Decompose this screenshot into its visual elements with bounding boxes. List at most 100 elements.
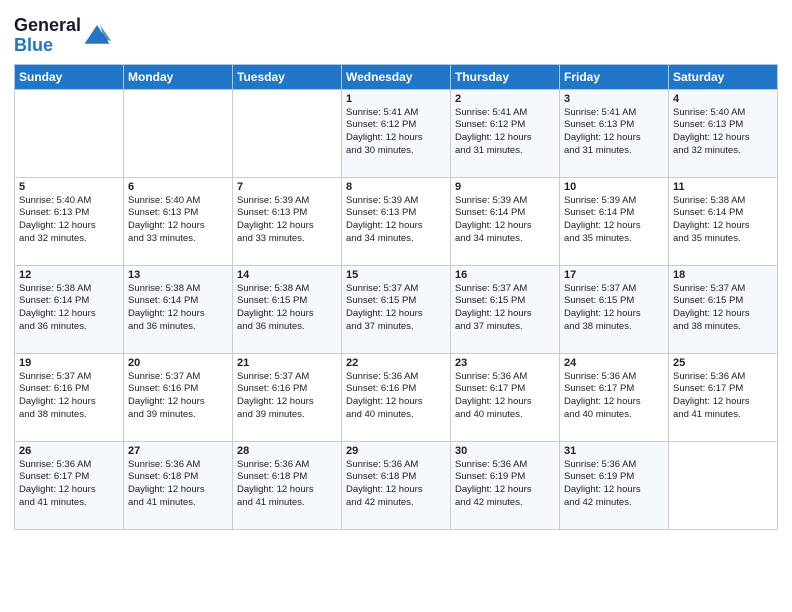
logo-icon	[83, 22, 111, 50]
day-info: Sunrise: 5:39 AM Sunset: 6:14 PM Dayligh…	[455, 195, 555, 246]
day-number: 18	[673, 269, 773, 281]
day-info: Sunrise: 5:39 AM Sunset: 6:13 PM Dayligh…	[346, 195, 446, 246]
day-number: 29	[346, 445, 446, 457]
day-number: 23	[455, 357, 555, 369]
calendar-cell: 8 Sunrise: 5:39 AM Sunset: 6:13 PM Daylig…	[342, 177, 451, 265]
calendar-cell: 4 Sunrise: 5:40 AM Sunset: 6:13 PM Daylig…	[669, 89, 778, 177]
calendar-week-4: 19 Sunrise: 5:37 AM Sunset: 6:16 PM Dayli…	[15, 353, 778, 441]
day-info: Sunrise: 5:36 AM Sunset: 6:18 PM Dayligh…	[346, 459, 446, 510]
day-info: Sunrise: 5:40 AM Sunset: 6:13 PM Dayligh…	[673, 107, 773, 158]
calendar-body: 1 Sunrise: 5:41 AM Sunset: 6:12 PM Daylig…	[15, 89, 778, 529]
calendar-cell: 16 Sunrise: 5:37 AM Sunset: 6:15 PM Dayli…	[451, 265, 560, 353]
day-info: Sunrise: 5:40 AM Sunset: 6:13 PM Dayligh…	[19, 195, 119, 246]
calendar-cell: 6Sunrise: 5:40 AM Sunset: 6:13 PM Daylig…	[124, 177, 233, 265]
day-info: Sunrise: 5:38 AM Sunset: 6:14 PM Dayligh…	[673, 195, 773, 246]
calendar-header: SundayMondayTuesdayWednesdayThursdayFrid…	[15, 64, 778, 89]
day-number: 9	[455, 181, 555, 193]
logo: GeneralBlue	[14, 16, 111, 56]
header-day-saturday: Saturday	[669, 64, 778, 89]
day-info: Sunrise: 5:36 AM Sunset: 6:17 PM Dayligh…	[564, 371, 664, 422]
header-day-friday: Friday	[560, 64, 669, 89]
calendar-cell	[15, 89, 124, 177]
day-info: Sunrise: 5:38 AM Sunset: 6:14 PM Dayligh…	[128, 283, 228, 334]
calendar-week-5: 26Sunrise: 5:36 AM Sunset: 6:17 PM Dayli…	[15, 441, 778, 529]
calendar-cell: 9 Sunrise: 5:39 AM Sunset: 6:14 PM Daylig…	[451, 177, 560, 265]
day-number: 14	[237, 269, 337, 281]
day-number: 1	[346, 93, 446, 105]
day-number: 30	[455, 445, 555, 457]
calendar-cell: 15 Sunrise: 5:37 AM Sunset: 6:15 PM Dayli…	[342, 265, 451, 353]
calendar-table: SundayMondayTuesdayWednesdayThursdayFrid…	[14, 64, 778, 530]
calendar-cell: 18 Sunrise: 5:37 AM Sunset: 6:15 PM Dayli…	[669, 265, 778, 353]
day-number: 4	[673, 93, 773, 105]
day-info: Sunrise: 5:37 AM Sunset: 6:15 PM Dayligh…	[455, 283, 555, 334]
day-info: Sunrise: 5:37 AM Sunset: 6:15 PM Dayligh…	[346, 283, 446, 334]
header-day-wednesday: Wednesday	[342, 64, 451, 89]
day-number: 20	[128, 357, 228, 369]
day-info: Sunrise: 5:37 AM Sunset: 6:16 PM Dayligh…	[128, 371, 228, 422]
calendar-cell: 20 Sunrise: 5:37 AM Sunset: 6:16 PM Dayli…	[124, 353, 233, 441]
calendar-cell: 11Sunrise: 5:38 AM Sunset: 6:14 PM Dayli…	[669, 177, 778, 265]
calendar-cell	[669, 441, 778, 529]
day-number: 5	[19, 181, 119, 193]
calendar-cell: 13 Sunrise: 5:38 AM Sunset: 6:14 PM Dayli…	[124, 265, 233, 353]
day-info: Sunrise: 5:38 AM Sunset: 6:15 PM Dayligh…	[237, 283, 337, 334]
day-info: Sunrise: 5:36 AM Sunset: 6:17 PM Dayligh…	[673, 371, 773, 422]
calendar-cell	[233, 89, 342, 177]
calendar-week-1: 1 Sunrise: 5:41 AM Sunset: 6:12 PM Daylig…	[15, 89, 778, 177]
calendar-cell: 25 Sunrise: 5:36 AM Sunset: 6:17 PM Dayli…	[669, 353, 778, 441]
day-info: Sunrise: 5:36 AM Sunset: 6:19 PM Dayligh…	[564, 459, 664, 510]
day-info: Sunrise: 5:36 AM Sunset: 6:17 PM Dayligh…	[19, 459, 119, 510]
calendar-week-2: 5 Sunrise: 5:40 AM Sunset: 6:13 PM Daylig…	[15, 177, 778, 265]
day-number: 25	[673, 357, 773, 369]
day-number: 19	[19, 357, 119, 369]
header-day-tuesday: Tuesday	[233, 64, 342, 89]
calendar-cell: 19 Sunrise: 5:37 AM Sunset: 6:16 PM Dayli…	[15, 353, 124, 441]
calendar-cell: 7Sunrise: 5:39 AM Sunset: 6:13 PM Daylig…	[233, 177, 342, 265]
day-number: 16	[455, 269, 555, 281]
calendar-cell: 30 Sunrise: 5:36 AM Sunset: 6:19 PM Dayli…	[451, 441, 560, 529]
day-number: 15	[346, 269, 446, 281]
calendar-cell: 31Sunrise: 5:36 AM Sunset: 6:19 PM Dayli…	[560, 441, 669, 529]
calendar-cell: 26Sunrise: 5:36 AM Sunset: 6:17 PM Dayli…	[15, 441, 124, 529]
calendar-cell: 2Sunrise: 5:41 AM Sunset: 6:12 PM Daylig…	[451, 89, 560, 177]
page: GeneralBlue SundayMondayTuesdayWednesday…	[0, 0, 792, 612]
calendar-cell	[124, 89, 233, 177]
calendar-cell: 10Sunrise: 5:39 AM Sunset: 6:14 PM Dayli…	[560, 177, 669, 265]
day-number: 28	[237, 445, 337, 457]
day-number: 22	[346, 357, 446, 369]
day-number: 8	[346, 181, 446, 193]
calendar-cell: 14 Sunrise: 5:38 AM Sunset: 6:15 PM Dayli…	[233, 265, 342, 353]
calendar-cell: 17Sunrise: 5:37 AM Sunset: 6:15 PM Dayli…	[560, 265, 669, 353]
day-info: Sunrise: 5:37 AM Sunset: 6:16 PM Dayligh…	[19, 371, 119, 422]
calendar-cell: 5 Sunrise: 5:40 AM Sunset: 6:13 PM Daylig…	[15, 177, 124, 265]
day-info: Sunrise: 5:36 AM Sunset: 6:17 PM Dayligh…	[455, 371, 555, 422]
calendar-cell: 29 Sunrise: 5:36 AM Sunset: 6:18 PM Dayli…	[342, 441, 451, 529]
header-day-thursday: Thursday	[451, 64, 560, 89]
day-info: Sunrise: 5:41 AM Sunset: 6:12 PM Dayligh…	[455, 107, 555, 158]
day-info: Sunrise: 5:37 AM Sunset: 6:15 PM Dayligh…	[673, 283, 773, 334]
day-info: Sunrise: 5:37 AM Sunset: 6:15 PM Dayligh…	[564, 283, 664, 334]
day-number: 12	[19, 269, 119, 281]
day-number: 21	[237, 357, 337, 369]
day-number: 7	[237, 181, 337, 193]
day-info: Sunrise: 5:38 AM Sunset: 6:14 PM Dayligh…	[19, 283, 119, 334]
day-info: Sunrise: 5:36 AM Sunset: 6:16 PM Dayligh…	[346, 371, 446, 422]
day-number: 27	[128, 445, 228, 457]
calendar-cell: 23 Sunrise: 5:36 AM Sunset: 6:17 PM Dayli…	[451, 353, 560, 441]
calendar-cell: 27Sunrise: 5:36 AM Sunset: 6:18 PM Dayli…	[124, 441, 233, 529]
day-info: Sunrise: 5:36 AM Sunset: 6:18 PM Dayligh…	[237, 459, 337, 510]
day-info: Sunrise: 5:39 AM Sunset: 6:14 PM Dayligh…	[564, 195, 664, 246]
day-number: 6	[128, 181, 228, 193]
day-number: 13	[128, 269, 228, 281]
logo-text: GeneralBlue	[14, 16, 111, 56]
day-info: Sunrise: 5:41 AM Sunset: 6:12 PM Dayligh…	[346, 107, 446, 158]
calendar-week-3: 12 Sunrise: 5:38 AM Sunset: 6:14 PM Dayli…	[15, 265, 778, 353]
header-day-monday: Monday	[124, 64, 233, 89]
header: GeneralBlue	[14, 10, 778, 56]
calendar-cell: 22 Sunrise: 5:36 AM Sunset: 6:16 PM Dayli…	[342, 353, 451, 441]
day-info: Sunrise: 5:36 AM Sunset: 6:19 PM Dayligh…	[455, 459, 555, 510]
calendar-cell: 1 Sunrise: 5:41 AM Sunset: 6:12 PM Daylig…	[342, 89, 451, 177]
calendar-cell: 28 Sunrise: 5:36 AM Sunset: 6:18 PM Dayli…	[233, 441, 342, 529]
calendar-cell: 3Sunrise: 5:41 AM Sunset: 6:13 PM Daylig…	[560, 89, 669, 177]
